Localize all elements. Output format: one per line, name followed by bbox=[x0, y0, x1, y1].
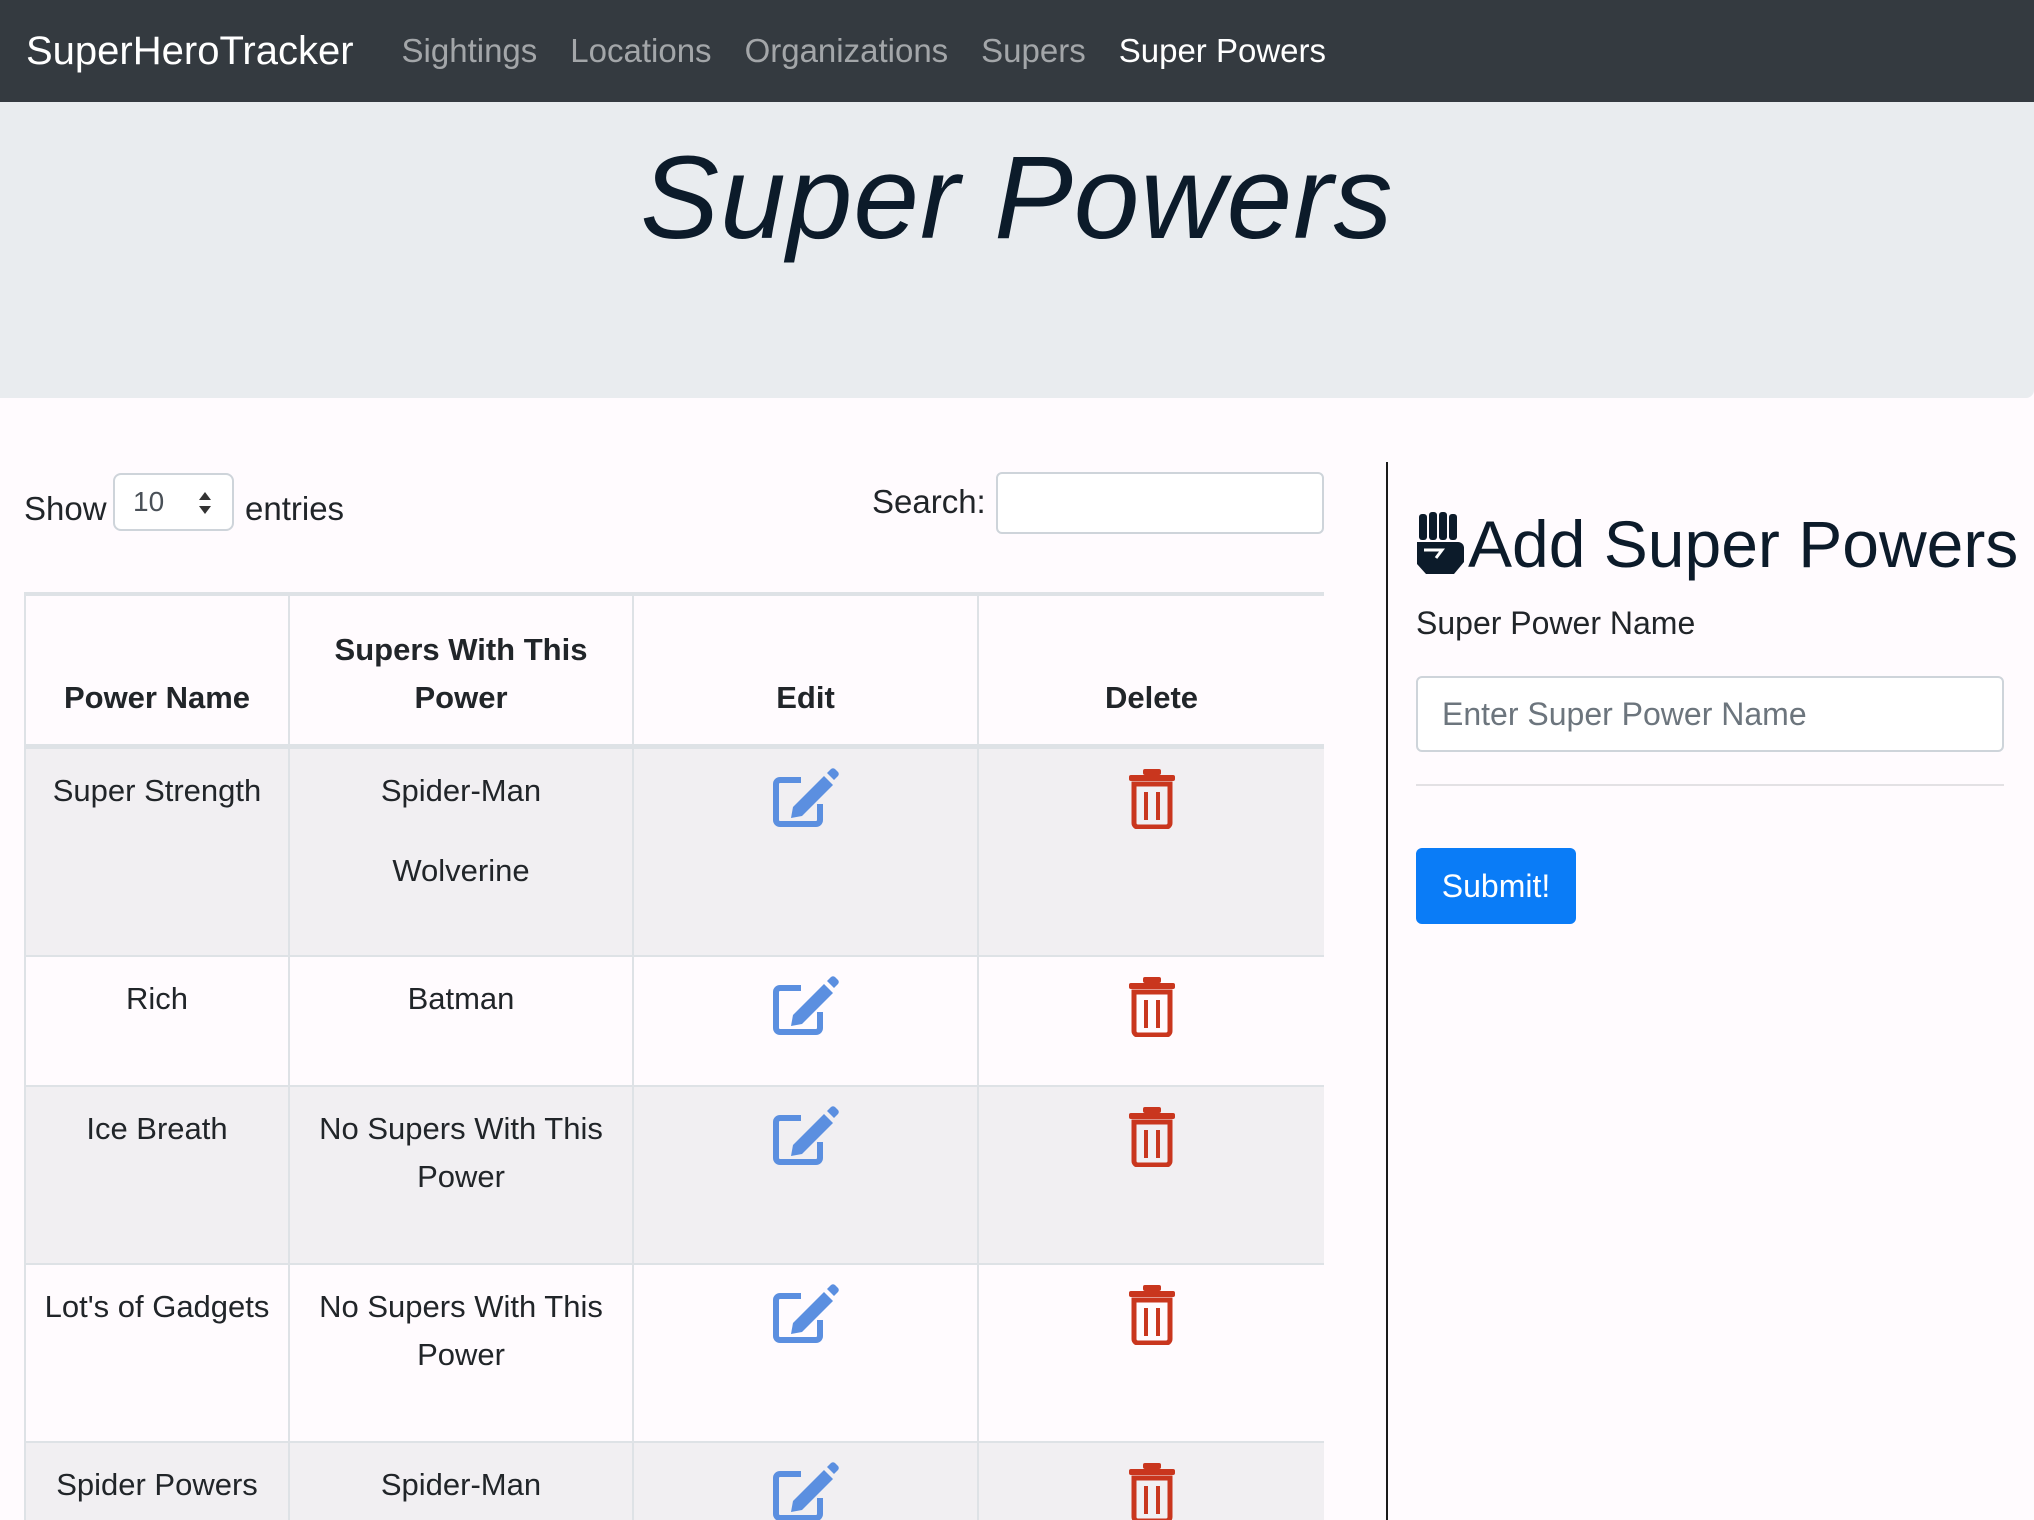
supers-cell: No Supers With This Power bbox=[288, 1085, 634, 1265]
delete-cell bbox=[977, 745, 1324, 957]
header-edit[interactable]: Edit bbox=[632, 592, 979, 749]
entries-select[interactable]: 10 bbox=[113, 473, 234, 531]
powers-table: Power Name Supers With This Power Edit D… bbox=[24, 592, 1324, 1520]
navbar: SuperHeroTracker Sightings Locations Org… bbox=[0, 0, 2034, 102]
entries-select-value: 10 bbox=[133, 486, 165, 517]
entries-label: entries bbox=[245, 490, 345, 527]
nav-link-sightings[interactable]: Sightings bbox=[402, 32, 538, 70]
supers-cell: Spider-Man Wolverine bbox=[288, 745, 634, 957]
nav-link-super-powers[interactable]: Super Powers bbox=[1119, 32, 1326, 70]
navbar-brand[interactable]: SuperHeroTracker bbox=[26, 29, 354, 74]
header-power-name[interactable]: Power Name bbox=[24, 592, 290, 749]
header-supers[interactable]: Supers With This Power bbox=[288, 592, 634, 749]
super-name: Spider-Man bbox=[380, 1467, 542, 1502]
show-label: Show bbox=[24, 490, 107, 527]
super-power-name-label: Super Power Name bbox=[1416, 605, 1696, 641]
jumbotron: Super Powers bbox=[0, 102, 2034, 398]
sort-arrows-icon bbox=[199, 492, 211, 514]
search-label: Search: bbox=[872, 483, 986, 520]
table-row: Super Strength Spider-Man Wolverine bbox=[24, 745, 1324, 957]
table-row: Lot's of Gadgets No Supers With This Pow… bbox=[24, 1263, 1324, 1443]
delete-cell bbox=[977, 955, 1324, 1087]
trash-icon[interactable] bbox=[1117, 1461, 1187, 1520]
edit-icon[interactable] bbox=[771, 1105, 841, 1167]
super-name: Batman bbox=[407, 981, 515, 1016]
panel-divider bbox=[1386, 462, 1388, 1520]
super-name: Spider-Man bbox=[380, 772, 542, 808]
table-row: Ice Breath No Supers With This Power bbox=[24, 1085, 1324, 1265]
supers-cell: Spider-Man bbox=[288, 1441, 634, 1520]
supers-cell: No Supers With This Power bbox=[288, 1263, 634, 1443]
powers-table-container: Power Name Supers With This Power Edit D… bbox=[24, 592, 1324, 1520]
fist-icon bbox=[1417, 512, 1464, 574]
table-row: Spider Powers Spider-Man bbox=[24, 1441, 1324, 1520]
edit-cell bbox=[632, 745, 979, 957]
edit-icon[interactable] bbox=[771, 1461, 841, 1520]
nav-link-locations[interactable]: Locations bbox=[570, 32, 711, 70]
super-name: Wolverine bbox=[392, 852, 530, 888]
form-title-text: Add Super Powers bbox=[1468, 507, 2019, 581]
trash-icon[interactable] bbox=[1117, 975, 1187, 1037]
submit-button[interactable]: Submit! bbox=[1416, 848, 1576, 924]
super-name: No Supers With This Power bbox=[319, 1111, 603, 1194]
table-header-row: Power Name Supers With This Power Edit D… bbox=[24, 592, 1324, 749]
delete-cell bbox=[977, 1263, 1324, 1443]
super-name: No Supers With This Power bbox=[319, 1289, 603, 1372]
power-name-cell: Super Strength bbox=[24, 745, 290, 957]
form-divider bbox=[1416, 784, 2004, 786]
form-title: Add Super Powers bbox=[1414, 506, 2018, 582]
power-name-cell: Ice Breath bbox=[24, 1085, 290, 1265]
table-row: Rich Batman bbox=[24, 955, 1324, 1087]
search-input[interactable] bbox=[996, 472, 1324, 534]
nav-link-supers[interactable]: Supers bbox=[981, 32, 1086, 70]
nav-link-organizations[interactable]: Organizations bbox=[745, 32, 949, 70]
power-name-cell: Rich bbox=[24, 955, 290, 1087]
trash-icon[interactable] bbox=[1117, 1283, 1187, 1345]
edit-cell bbox=[632, 1085, 979, 1265]
trash-icon[interactable] bbox=[1117, 1105, 1187, 1167]
edit-icon[interactable] bbox=[771, 975, 841, 1037]
super-power-name-input[interactable] bbox=[1416, 676, 2004, 752]
edit-cell bbox=[632, 1263, 979, 1443]
supers-cell: Batman bbox=[288, 955, 634, 1087]
edit-cell bbox=[632, 1441, 979, 1520]
delete-cell bbox=[977, 1441, 1324, 1520]
trash-icon[interactable] bbox=[1117, 767, 1187, 829]
delete-cell bbox=[977, 1085, 1324, 1265]
power-name-cell: Spider Powers bbox=[24, 1441, 290, 1520]
header-delete[interactable]: Delete bbox=[977, 592, 1324, 749]
page-title: Super Powers bbox=[640, 132, 1394, 264]
power-name-cell: Lot's of Gadgets bbox=[24, 1263, 290, 1443]
edit-cell bbox=[632, 955, 979, 1087]
edit-icon[interactable] bbox=[771, 1283, 841, 1345]
edit-icon[interactable] bbox=[771, 767, 841, 829]
